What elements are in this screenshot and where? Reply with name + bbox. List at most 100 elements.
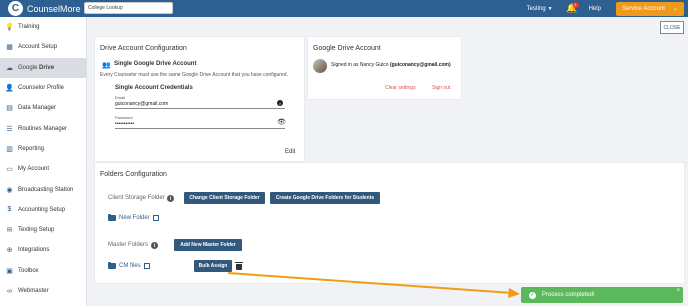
drive-config-card <box>95 37 304 161</box>
chart-icon: ▥ <box>6 145 13 153</box>
lightbulb-icon: 💡 <box>5 24 14 32</box>
create-drive-folders-button[interactable]: Create Google Drive Folders for Students <box>270 192 380 204</box>
password-field[interactable]: ••••••••••• <box>115 121 134 127</box>
sidebar-item-texting-setup[interactable]: ✉ Texting Setup <box>0 220 86 240</box>
sidebar-item-label: My Account <box>18 166 50 173</box>
change-client-storage-button[interactable]: Change Client Storage Folder <box>184 192 265 204</box>
testing-dropdown[interactable]: Testing ▼ <box>527 6 553 12</box>
drive-config-title: Drive Account Configuration <box>100 45 187 52</box>
credentials-title: Single Account Credentials <box>115 85 193 91</box>
success-toast: ✓ Process completed! × <box>521 287 683 303</box>
avatar <box>313 59 327 73</box>
sidebar-item-training[interactable]: 💡 Training <box>0 17 86 37</box>
folders-config-card <box>95 163 684 283</box>
link-icon: ∞ <box>7 287 12 295</box>
close-button[interactable]: CLOSE <box>660 21 684 34</box>
google-drive-account-title: Google Drive Account <box>313 45 381 52</box>
sidebar-item-data-manager[interactable]: ▤ Data Manager <box>0 98 86 118</box>
password-underline <box>115 128 285 129</box>
search-input[interactable] <box>84 2 173 14</box>
chevron-down-icon: ▼ <box>547 5 553 12</box>
sidebar-item-label: Accounting Setup <box>18 206 66 213</box>
sidebar-item-label: Google Drive <box>18 64 55 71</box>
sidebar-item-toolbox[interactable]: ▣ Toolbox <box>0 261 86 281</box>
help-link[interactable]: Help <box>589 6 601 12</box>
sidebar-item-label: Integrations <box>18 247 50 254</box>
arrow-head <box>508 288 520 298</box>
edit-button[interactable]: Edit <box>285 149 295 155</box>
sidebar-item-account-setup[interactable]: ▦ Account Setup <box>0 37 86 57</box>
notifications-button[interactable]: 🔔 1 <box>565 1 579 16</box>
sidebar-item-counselor-profile[interactable]: 👤 Counselor Profile <box>0 78 86 98</box>
app-name: CounselMore <box>27 3 81 14</box>
sidebar: 💡 Training ▦ Account Setup ☁ Google Driv… <box>0 17 87 306</box>
sidebar-item-integrations[interactable]: ⊕ Integrations <box>0 240 86 260</box>
add-master-folder-button[interactable]: Add New Master Folder <box>174 239 242 251</box>
notification-badge: 1 <box>572 1 579 8</box>
bulk-assign-button[interactable]: Bulk Assign <box>194 260 232 272</box>
folder-plus-icon <box>108 213 116 221</box>
dollar-icon: $ <box>7 206 12 214</box>
app-logo[interactable]: C CounselMore <box>8 1 81 16</box>
new-folder-link[interactable]: New Folder <box>108 213 159 221</box>
email-label: Email <box>115 95 126 100</box>
service-account-button[interactable]: Service Account ⌄ <box>615 1 684 16</box>
signed-in-text: Signed in as Nancy Guico (guiconancy@gma… <box>331 62 451 68</box>
chat-icon: ✉ <box>6 227 13 235</box>
email-underline <box>115 108 285 109</box>
chevron-down-icon: ⌄ <box>672 6 678 12</box>
broadcast-icon: ◉ <box>6 186 13 194</box>
sidebar-item-routines-manager[interactable]: ☰ Routines Manager <box>0 118 86 138</box>
sign-out-link[interactable]: Sign out <box>432 85 450 91</box>
new-folder-label: New Folder <box>119 215 150 221</box>
folders-config-title: Folders Configuration <box>100 171 167 178</box>
folder-icon <box>108 261 116 269</box>
sidebar-item-label: Account Setup <box>18 44 58 51</box>
people-icon: 👥 <box>102 62 111 69</box>
external-link-icon <box>152 215 159 221</box>
clear-settings-link[interactable]: Clear settings <box>385 85 416 91</box>
google-drive-icon: ☁ <box>6 64 13 72</box>
password-label: Password <box>115 115 133 120</box>
table-icon: ▤ <box>6 105 13 113</box>
sidebar-item-label: Broadcasting Station <box>18 186 74 193</box>
sidebar-item-reporting[interactable]: ▥ Reporting <box>0 139 86 159</box>
building-icon: ▦ <box>6 44 13 52</box>
sidebar-item-label: Training <box>18 24 40 31</box>
logo-mark-icon: C <box>8 1 23 16</box>
mode-description: Every Counselor must use the same Google… <box>100 72 288 78</box>
external-link-icon <box>143 263 150 269</box>
card-icon: ▭ <box>6 166 13 174</box>
eye-icon[interactable]: 👁 <box>277 118 286 126</box>
info-icon[interactable]: i <box>151 242 158 249</box>
sidebar-item-broadcasting-station[interactable]: ◉ Broadcasting Station <box>0 179 86 199</box>
top-bar: C CounselMore Testing ▼ 🔔 1 Help Service… <box>0 0 688 17</box>
toast-message: Process completed! <box>542 292 595 298</box>
email-field[interactable]: guiconancy@gmail.com <box>115 101 168 107</box>
toolbox-icon: ▣ <box>6 267 13 275</box>
client-storage-label: Client Storage Folder <box>108 195 165 201</box>
list-icon: ☰ <box>6 125 13 133</box>
sidebar-item-webmaster[interactable]: ∞ Webmaster <box>0 281 86 301</box>
clear-icon[interactable]: × <box>277 100 283 106</box>
cm-files-label: CM files <box>119 263 141 269</box>
google-wordmark: Google <box>18 64 38 71</box>
mode-label: Single Google Drive Account <box>114 61 197 67</box>
check-icon: ✓ <box>529 291 536 299</box>
person-icon: 👤 <box>5 85 14 93</box>
plug-icon: ⊕ <box>6 247 13 255</box>
toast-close-icon[interactable]: × <box>676 288 680 294</box>
sidebar-item-label: Routines Manager <box>18 125 68 132</box>
testing-label: Testing <box>526 5 546 12</box>
info-icon[interactable]: i <box>167 195 174 202</box>
sidebar-item-label: Reporting <box>18 145 45 152</box>
trash-icon[interactable] <box>235 262 243 270</box>
sidebar-item-my-account[interactable]: ▭ My Account <box>0 159 86 179</box>
sidebar-item-label: Toolbox <box>18 267 39 274</box>
sidebar-item-label: Texting Setup <box>18 227 55 234</box>
sidebar-item-accounting-setup[interactable]: $ Accounting Setup <box>0 200 86 220</box>
cm-files-link[interactable]: CM files <box>108 261 150 269</box>
sidebar-item-label: Counselor Profile <box>18 85 65 92</box>
service-account-label: Service Account <box>621 5 665 12</box>
sidebar-item-google-drive[interactable]: ☁ Google Drive <box>0 57 86 78</box>
